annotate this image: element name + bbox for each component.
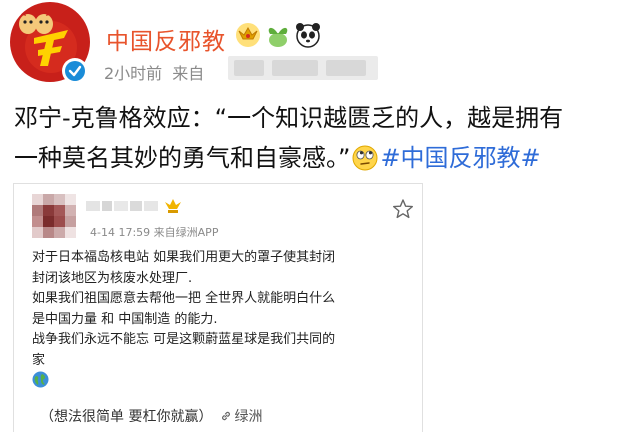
- panda-icon: [296, 23, 320, 48]
- name-decoration-icons: [236, 23, 320, 48]
- post-text-line-2: 一种莫名其妙的勇气和自豪感。” #中国反邪教#: [14, 138, 630, 178]
- location-tag[interactable]: 绿洲: [220, 409, 262, 425]
- embedded-line: 是中国力量 和 中国制造 的能力.: [32, 311, 218, 327]
- hashtag-link[interactable]: #中国反邪教#: [380, 144, 540, 172]
- embedded-line: 战争我们永远不能忘 可是这颗蔚蓝星球是我们共同的: [32, 332, 336, 347]
- post-time: 2小时前: [104, 64, 163, 83]
- embedded-line: 封闭该地区为核废水处理厂.: [32, 270, 193, 286]
- earth-globe-icon: [32, 371, 49, 388]
- verified-badge-icon: [62, 58, 88, 84]
- festival-badge-icon: [19, 10, 53, 34]
- globe-line: [32, 371, 422, 393]
- weibo-post: 中国反邪教 2小时前 来自 邓宁-克鲁格效应：“一个知识越匮乏的人，越是拥有 一种…: [0, 0, 640, 432]
- embedded-post-meta: 4-14 17:59 来自绿洲APP: [90, 226, 219, 239]
- redacted-source: [228, 56, 378, 80]
- blurred-avatar-icon: [32, 194, 76, 238]
- footer-text: （想法很简单 要杠你就赢）: [40, 409, 213, 425]
- embedded-post-body: 对于日本福岛核电站 如果我们用更大的罩子使其封闭 封闭该地区为核废水处理厂. 如…: [32, 248, 422, 393]
- leaf-sprout-icon: [268, 27, 288, 47]
- embedded-screenshot: 4-14 17:59 来自绿洲APP 对于日本福岛核电站 如果我们用更大的罩子使…: [14, 184, 422, 432]
- account-name[interactable]: 中国反邪教: [106, 22, 226, 56]
- post-text: 邓宁-克鲁格效应：“一个知识越匮乏的人，越是拥有 一种莫名其妙的勇气和自豪感。”…: [14, 98, 630, 178]
- embedded-line: 如果我们祖国愿意去帮他一把 全世界人就能明白什么: [32, 291, 336, 306]
- post-text-line-2-text: 一种莫名其妙的勇气和自豪感。”: [14, 144, 351, 172]
- crown-icon: [236, 23, 260, 47]
- link-icon: [222, 411, 231, 421]
- blurred-username: [86, 201, 158, 211]
- favorite-star-icon[interactable]: [392, 198, 414, 220]
- embedded-post-footer: （想法很简单 要杠你就赢） 绿洲: [40, 406, 262, 426]
- post-meta: 2小时前 来自: [104, 60, 204, 84]
- location-label: 绿洲: [234, 409, 263, 425]
- rolling-eyes-emoji-icon: [352, 145, 378, 171]
- crown-icon: [165, 199, 181, 213]
- post-source-label: 来自: [172, 64, 205, 83]
- embedded-line: 家: [32, 352, 46, 368]
- post-text-line-1: 邓宁-克鲁格效应：“一个知识越匮乏的人，越是拥有: [14, 104, 564, 132]
- embedded-line: 对于日本福岛核电站 如果我们用更大的罩子使其封闭: [32, 250, 336, 265]
